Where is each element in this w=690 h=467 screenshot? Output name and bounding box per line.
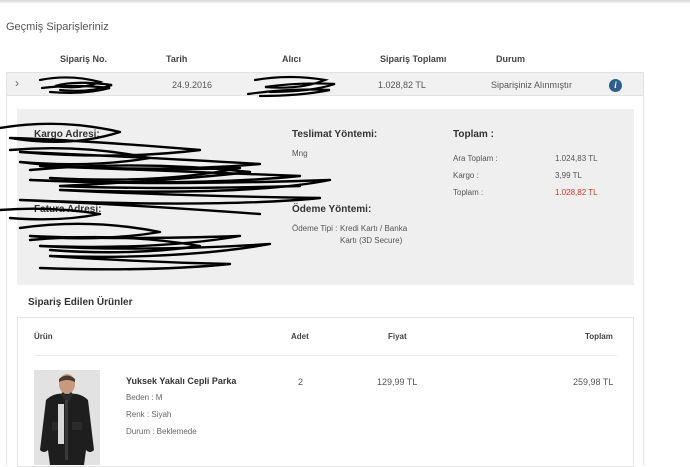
payment-type-value-1: Kredi Kartı / Banka	[340, 224, 408, 233]
col-order-total: Sipariş Toplamı	[380, 54, 447, 64]
subtotal-value: 1.024,83 TL	[555, 154, 598, 163]
product-status: Durum : Beklemede	[126, 427, 197, 436]
order-date: 24.9.2016	[172, 80, 213, 90]
products-col-price: Fiyat	[388, 332, 407, 341]
payment-method-title: Ödeme Yöntemi:	[292, 204, 372, 215]
product-total: 259,98 TL	[573, 377, 614, 387]
totals-title: Toplam :	[453, 129, 494, 140]
grand-total-label: Toplam :	[453, 188, 484, 197]
delivery-method-value: Mng	[292, 149, 308, 158]
parka-image	[34, 370, 100, 465]
product-name[interactable]: Yuksek Yakalı Cepli Parka	[126, 376, 236, 386]
product-quantity: 2	[298, 377, 304, 387]
products-table	[17, 317, 634, 467]
products-header-divider	[34, 355, 617, 356]
col-date: Tarih	[166, 54, 188, 64]
products-col-product: Ürün	[34, 332, 53, 341]
grand-total-value: 1.028,82 TL	[555, 188, 598, 197]
top-border	[0, 0, 690, 3]
order-total: 1.028,82 TL	[378, 80, 426, 90]
shipping-address-title: Kargo Adresi:	[34, 129, 100, 140]
product-size: Beden : M	[126, 393, 163, 402]
payment-type-label: Ödeme Tipi :	[292, 224, 338, 233]
shipping-cost-label: Kargo :	[453, 171, 479, 180]
chevron-right-icon[interactable]: ›	[15, 76, 19, 90]
billing-address-title: Fatura Adresi:	[34, 204, 102, 215]
order-status: Siparişiniz Alınmıştır	[491, 80, 573, 90]
page-title: Geçmiş Siparişleriniz	[6, 21, 109, 33]
product-price: 129,99 TL	[377, 377, 418, 387]
info-icon[interactable]: i	[609, 79, 622, 92]
payment-type-value-2: Kartı (3D Secure)	[340, 236, 403, 245]
products-col-quantity: Adet	[291, 332, 309, 341]
product-image[interactable]	[34, 370, 100, 465]
subtotal-label: Ara Toplam :	[453, 154, 498, 163]
delivery-method-title: Teslimat Yöntemi:	[292, 129, 378, 140]
shipping-cost-value: 3,99 TL	[555, 171, 582, 180]
col-recipient: Alıcı	[282, 54, 302, 64]
col-status: Durum	[496, 54, 525, 64]
col-order-no: Sipariş No.	[60, 54, 108, 64]
products-title: Sipariş Edilen Ürünler	[28, 297, 133, 308]
products-col-total: Toplam	[585, 332, 613, 341]
product-color: Renk : Siyah	[126, 410, 172, 419]
